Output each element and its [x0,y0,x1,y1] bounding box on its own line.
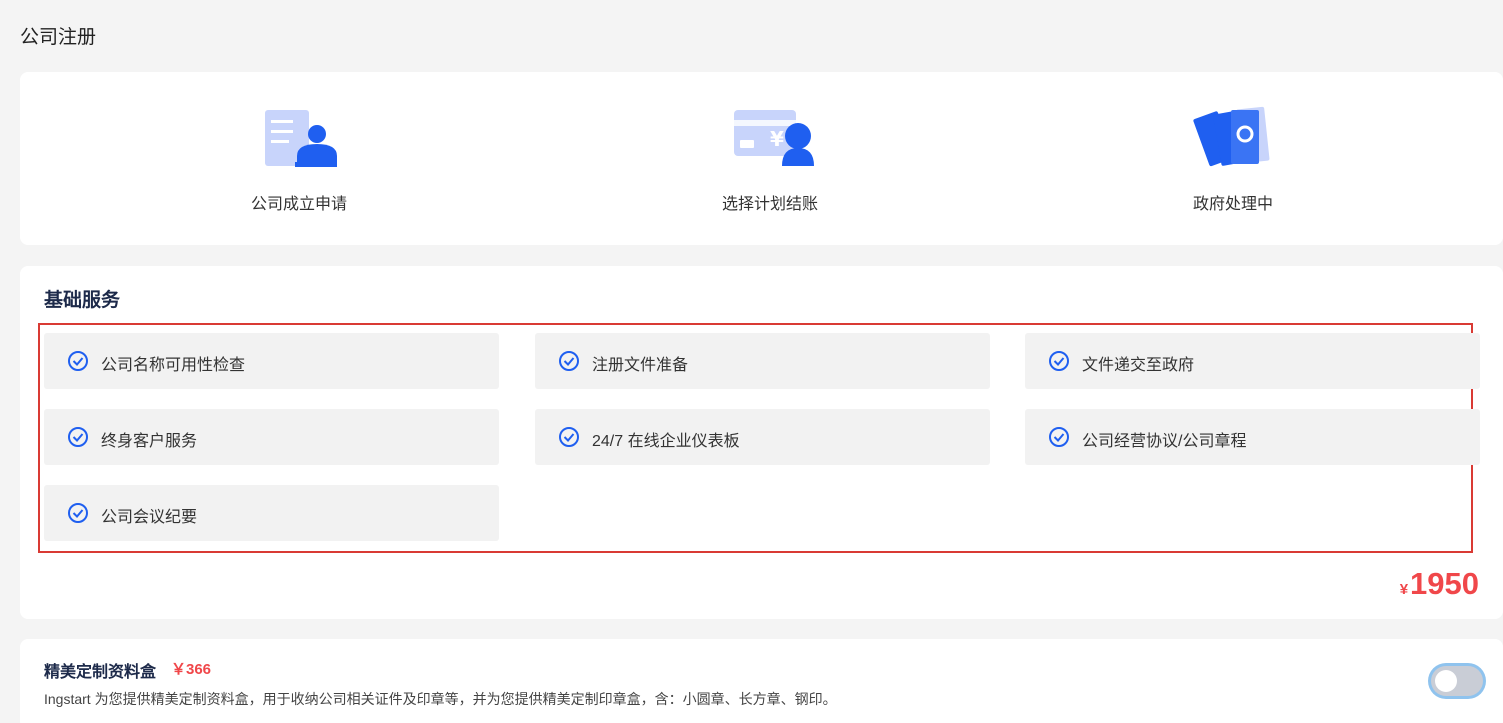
check-circle-icon [1049,351,1069,371]
service-item-document-prep: 注册文件准备 [535,333,990,389]
step-application: 公司成立申请 [149,72,449,245]
page-title: 公司注册 [20,27,97,48]
toggle-knob [1435,670,1457,692]
check-circle-icon [1049,427,1069,447]
basic-services-card: 基础服务 公司名称可用性检查 注册文件准备 文件递交至政府 终身客户服务 24/… [20,266,1503,619]
step-checkout-label: 选择计划结账 [721,196,818,213]
service-item-submission: 文件递交至政府 [1025,333,1480,389]
government-documents-icon [1193,106,1273,170]
price-amount: 1950 [1410,566,1479,601]
addon-price: ￥366 [171,661,212,678]
step-checkout: ¥ 选择计划结账 [620,72,920,245]
service-item-dashboard: 24/7 在线企业仪表板 [535,409,990,465]
check-circle-icon [559,427,579,447]
addon-title: 精美定制资料盒 [44,664,157,681]
addon-toggle-switch[interactable] [1431,666,1483,696]
service-item-label: 公司名称可用性检查 [101,357,246,374]
service-item-label: 公司经营协议/公司章程 [1082,433,1247,450]
check-circle-icon [68,503,88,523]
service-item-lifetime-support: 终身客户服务 [44,409,499,465]
check-circle-icon [68,351,88,371]
step-government-label: 政府处理中 [1192,196,1273,213]
step-government: 政府处理中 [1083,72,1383,245]
check-circle-icon [559,351,579,371]
service-item-operating-agreement: 公司经营协议/公司章程 [1025,409,1480,465]
addon-card: 精美定制资料盒 ￥366 Ingstart 为您提供精美定制资料盒，用于收纳公司… [20,639,1503,723]
basic-services-price: ¥1950 [1400,566,1479,602]
registration-steps-card: 公司成立申请 ¥ 选择计划结账 政府处理中 [20,72,1503,245]
step-application-label: 公司成立申请 [250,196,347,213]
payment-card-icon: ¥ [730,106,814,170]
service-item-label: 终身客户服务 [101,433,198,450]
service-item-label: 文件递交至政府 [1082,357,1195,374]
service-item-label: 注册文件准备 [592,357,689,374]
application-form-icon [259,106,339,170]
service-item-label: 24/7 在线企业仪表板 [592,433,740,450]
basic-services-title: 基础服务 [44,290,121,311]
service-item-meeting-minutes: 公司会议纪要 [44,485,499,541]
price-currency: ¥ [1399,581,1409,598]
svg-text:¥: ¥ [770,127,784,151]
service-item-label: 公司会议纪要 [101,509,198,526]
check-circle-icon [68,427,88,447]
service-item-name-check: 公司名称可用性检查 [44,333,499,389]
addon-description: Ingstart 为您提供精美定制资料盒，用于收纳公司相关证件及印章等，并为您提… [44,691,837,707]
